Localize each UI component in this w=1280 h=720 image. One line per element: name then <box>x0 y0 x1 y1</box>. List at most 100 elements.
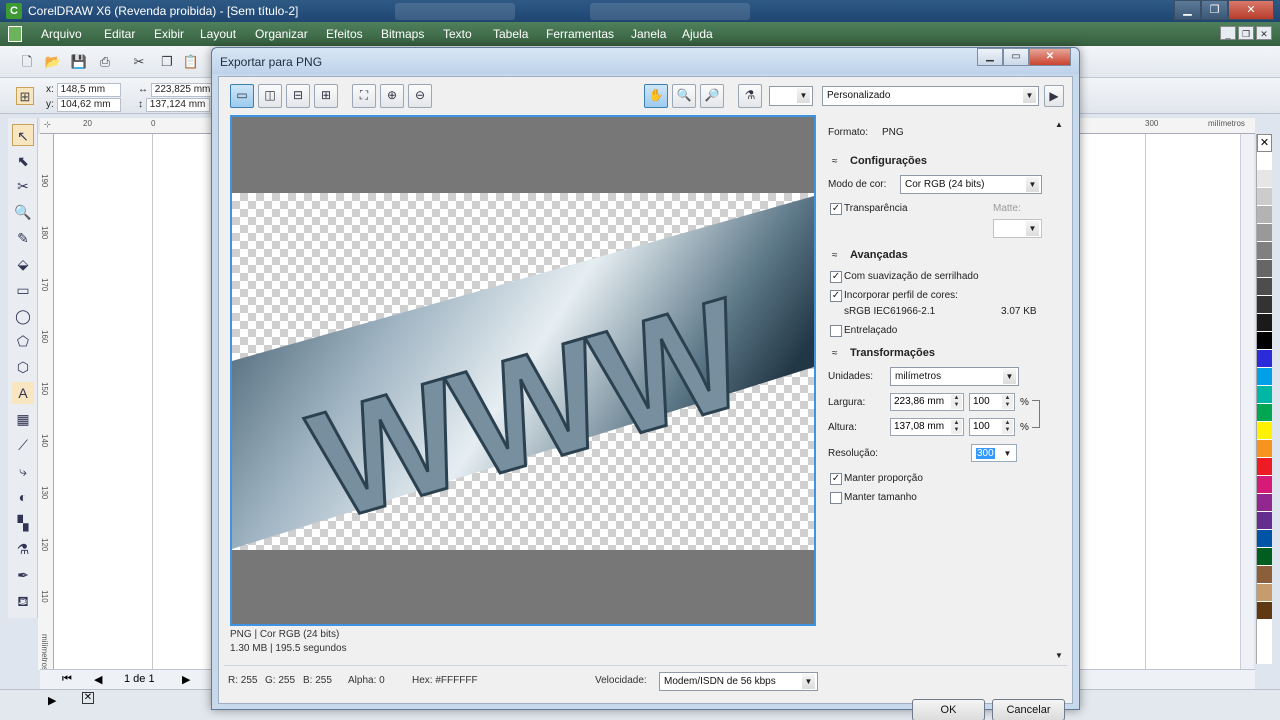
ruler-corner-icon[interactable]: ⊹ <box>44 120 51 129</box>
close-button[interactable]: ✕ <box>1228 0 1274 20</box>
pick-tool-icon[interactable]: ↖ <box>12 124 34 146</box>
no-color-swatch[interactable]: ✕ <box>1257 134 1272 152</box>
palette-swatch[interactable] <box>1257 404 1272 422</box>
palette-swatch[interactable] <box>1257 170 1272 188</box>
menu-layout[interactable]: Layout <box>200 27 236 41</box>
status-no-fill-icon[interactable]: ✕ <box>82 692 94 704</box>
menu-janela[interactable]: Janela <box>631 27 666 41</box>
connector-tool-icon[interactable]: ⤷ <box>12 460 34 482</box>
object-height-field[interactable]: 137,124 mm <box>145 98 210 112</box>
height-percent-field[interactable]: 100 ▲ ▼ <box>969 418 1015 436</box>
menu-organizar[interactable]: Organizar <box>255 27 308 41</box>
cut-icon[interactable]: ✂ <box>130 53 148 71</box>
color-mode-combo[interactable]: Cor RGB (24 bits) ▼ <box>900 175 1042 194</box>
status-play-icon[interactable]: ▶ <box>48 694 56 707</box>
rectangle-tool-icon[interactable]: ▭ <box>12 279 34 301</box>
doc-restore-button[interactable]: ❐ <box>1238 26 1254 40</box>
prev-page-icon[interactable]: ◀ <box>94 673 102 686</box>
object-width-field[interactable]: 223,825 mm <box>150 83 215 97</box>
palette-swatch[interactable] <box>1257 278 1272 296</box>
quad-view-icon[interactable]: ⊞ <box>314 84 338 108</box>
single-view-icon[interactable]: ▭ <box>230 84 254 108</box>
antialias-checkbox[interactable]: ✓ <box>830 271 842 283</box>
doc-close-button[interactable]: ✕ <box>1256 26 1272 40</box>
next-page-icon[interactable]: ▶ <box>182 673 190 686</box>
menu-ajuda[interactable]: Ajuda <box>682 27 713 41</box>
vertical-scrollbar[interactable] <box>1240 134 1254 669</box>
menu-efeitos[interactable]: Efeitos <box>326 27 363 41</box>
palette-swatch[interactable] <box>1257 260 1272 278</box>
eyedropper-tool-icon[interactable]: ⚗ <box>12 538 34 560</box>
outline-pen-tool-icon[interactable]: ✒ <box>12 564 34 586</box>
matte-combo[interactable]: ▼ <box>993 219 1042 238</box>
palette-swatch[interactable] <box>1257 512 1272 530</box>
dialog-maximize-button[interactable]: ▭ <box>1003 48 1029 66</box>
keep-ratio-checkbox[interactable]: ✓ <box>830 473 842 485</box>
palette-swatch[interactable] <box>1257 350 1272 368</box>
split-vertical-icon[interactable]: ◫ <box>258 84 282 108</box>
spinner-arrows-icon[interactable]: ▲ ▼ <box>951 420 962 434</box>
x-position-field[interactable]: 148,5 mm <box>56 83 121 97</box>
embed-profile-checkbox[interactable]: ✓ <box>830 290 842 302</box>
cancel-button[interactable]: Cancelar <box>992 699 1065 720</box>
palette-swatch[interactable] <box>1257 548 1272 566</box>
palette-swatch[interactable] <box>1257 242 1272 260</box>
collapse-transform-icon[interactable]: ≈ <box>832 348 838 359</box>
new-document-icon[interactable]: 🗋 <box>18 53 36 71</box>
palette-swatch[interactable] <box>1257 476 1272 494</box>
scroll-down-icon[interactable]: ▼ <box>1055 651 1063 660</box>
palette-swatch[interactable] <box>1257 458 1272 476</box>
fit-page-icon[interactable]: ⛶ <box>352 84 376 108</box>
basic-shapes-tool-icon[interactable]: ⬡ <box>12 356 34 378</box>
width-percent-field[interactable]: 100 ▲ ▼ <box>969 393 1015 411</box>
zoom-fit-icon[interactable]: ⊕ <box>380 84 404 108</box>
palette-swatch[interactable] <box>1257 566 1272 584</box>
ok-button[interactable]: OK <box>912 699 985 720</box>
height-field[interactable]: 137,08 mm ▲ ▼ <box>890 418 964 436</box>
palette-swatch[interactable] <box>1257 206 1272 224</box>
resolution-combo[interactable]: 300 ▼ <box>971 444 1017 462</box>
dimension-tool-icon[interactable]: ⟋ <box>12 434 34 456</box>
maximize-button[interactable]: ❐ <box>1201 0 1228 20</box>
spinner-arrows-icon[interactable]: ▲ ▼ <box>1002 420 1013 434</box>
collapse-config-icon[interactable]: ≈ <box>832 156 838 167</box>
spinner-arrows-icon[interactable]: ▲ ▼ <box>1002 395 1013 409</box>
palette-swatch[interactable] <box>1257 494 1272 512</box>
pan-tool-icon[interactable]: ✋ <box>644 84 668 108</box>
text-tool-icon[interactable]: A <box>12 382 34 404</box>
speed-combo[interactable]: Modem/ISDN de 56 kbps ▼ <box>659 672 818 691</box>
link-proportion-icon[interactable] <box>1032 400 1040 428</box>
copy-icon[interactable]: ❐ <box>158 53 176 71</box>
keep-size-checkbox[interactable] <box>830 492 842 504</box>
shape-tool-icon[interactable]: ⬉ <box>12 150 34 172</box>
collapse-advanced-icon[interactable]: ≈ <box>832 250 838 261</box>
menu-arquivo[interactable]: Arquivo <box>41 27 82 41</box>
smart-fill-tool-icon[interactable]: ⬙ <box>12 253 34 275</box>
zoom-out-icon[interactable]: 🔎 <box>700 84 724 108</box>
palette-swatch[interactable] <box>1257 332 1272 350</box>
interlace-checkbox[interactable] <box>830 325 842 337</box>
palette-swatch[interactable] <box>1257 296 1272 314</box>
menu-tabela[interactable]: Tabela <box>493 27 528 41</box>
crop-tool-icon[interactable]: ✂ <box>12 175 34 197</box>
width-field[interactable]: 223,86 mm ▲ ▼ <box>890 393 964 411</box>
menu-editar[interactable]: Editar <box>104 27 135 41</box>
menu-bitmaps[interactable]: Bitmaps <box>381 27 424 41</box>
doc-minimize-button[interactable]: _ <box>1220 26 1236 40</box>
minimize-button[interactable]: ▁ <box>1174 0 1201 20</box>
transparency-checkbox[interactable]: ✓ <box>830 203 842 215</box>
menu-ferramentas[interactable]: Ferramentas <box>546 27 614 41</box>
split-horizontal-icon[interactable]: ⊟ <box>286 84 310 108</box>
y-position-field[interactable]: 104,62 mm <box>56 98 121 112</box>
zoom-in-icon[interactable]: 🔍 <box>672 84 696 108</box>
freehand-tool-icon[interactable]: ✎ <box>12 227 34 249</box>
palette-swatch[interactable] <box>1257 188 1272 206</box>
eyedropper-icon[interactable]: ⚗ <box>738 84 762 108</box>
menu-texto[interactable]: Texto <box>443 27 472 41</box>
dialog-close-button[interactable]: ✕ <box>1029 48 1071 66</box>
preset-menu-arrow-icon[interactable]: ▶ <box>1044 85 1064 107</box>
ellipse-tool-icon[interactable]: ◯ <box>12 305 34 327</box>
fill-tool-icon[interactable]: ⛾ <box>12 590 34 612</box>
palette-swatch[interactable] <box>1257 152 1272 170</box>
print-icon[interactable]: ⎙ <box>96 53 114 71</box>
